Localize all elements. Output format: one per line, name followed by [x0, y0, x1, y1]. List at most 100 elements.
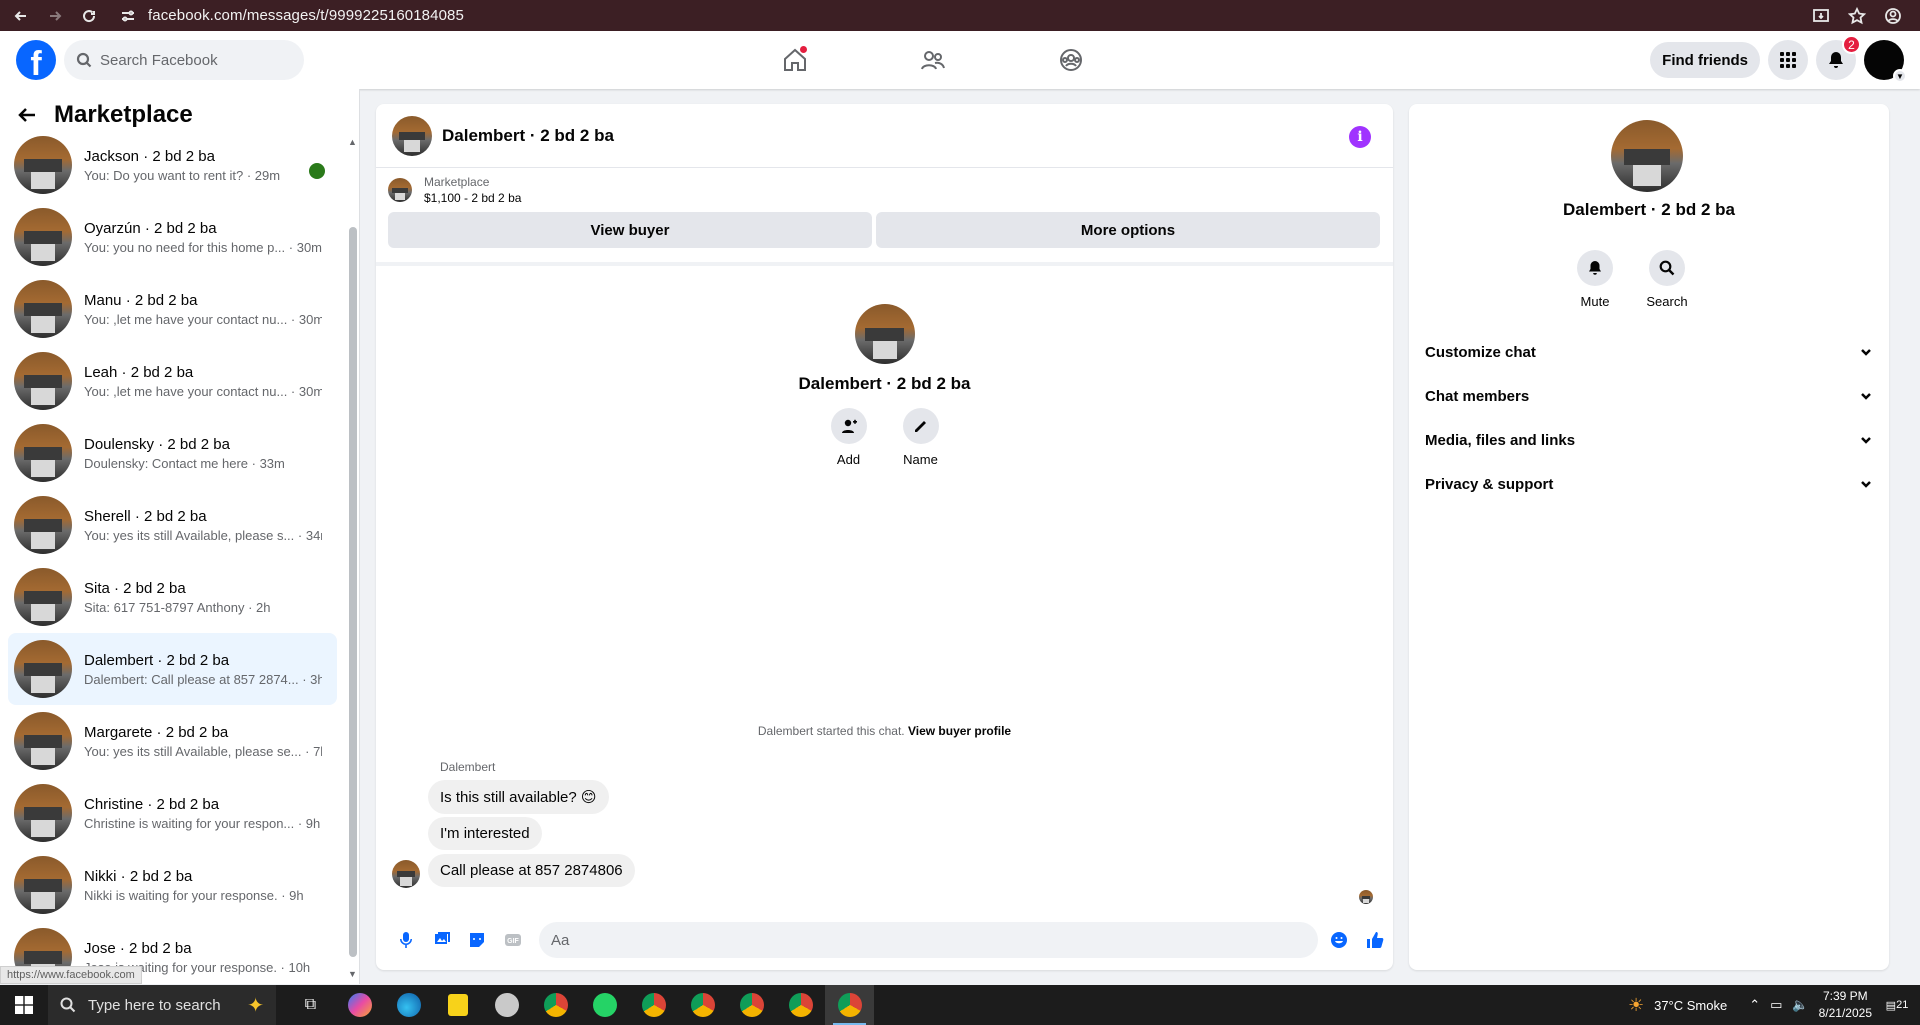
account-avatar[interactable]: ▼ — [1864, 40, 1907, 83]
chrome-icon[interactable] — [825, 985, 874, 1025]
forward-icon[interactable] — [42, 3, 68, 29]
facebook-search-input[interactable] — [100, 51, 290, 69]
whatsapp-icon[interactable] — [580, 985, 629, 1025]
search-in-chat-button[interactable]: Search — [1646, 250, 1688, 309]
chrome-icon[interactable] — [678, 985, 727, 1025]
copilot-icon[interactable] — [335, 985, 384, 1025]
home-tab[interactable] — [775, 40, 815, 80]
scroll-down-arrow[interactable]: ▼ — [348, 969, 357, 979]
sender-name: Dalembert — [440, 760, 496, 774]
conversation-item[interactable]: Sherell · 2 bd 2 ba You: yes its still Av… — [8, 489, 337, 561]
chevron-up-icon[interactable]: ⌃ — [1749, 997, 1760, 1013]
taskbar-search[interactable]: Type here to search ✦ — [48, 985, 276, 1025]
conversation-item[interactable]: Leah · 2 bd 2 ba You: ,let me have your c… — [8, 345, 337, 417]
message-bubble[interactable]: Call please at 857 2874806 — [428, 854, 635, 887]
privacy-support-section[interactable]: Privacy & support — [1425, 462, 1873, 506]
media-files-links-section[interactable]: Media, files and links — [1425, 418, 1873, 462]
customize-chat-section[interactable]: Customize chat — [1425, 330, 1873, 374]
mute-label: Mute — [1580, 294, 1610, 309]
gif-icon[interactable]: GIF — [495, 922, 531, 958]
edge-icon[interactable] — [384, 985, 433, 1025]
conversation-item[interactable]: Margarete · 2 bd 2 ba You: yes its still … — [8, 705, 337, 777]
section-label: Media, files and links — [1425, 431, 1576, 449]
emoji-icon[interactable] — [1322, 922, 1358, 958]
paint-icon[interactable] — [482, 985, 531, 1025]
find-friends-button[interactable]: Find friends — [1650, 42, 1760, 78]
conversation-name: Dalembert · 2 bd 2 ba — [84, 651, 230, 669]
notification-center-icon[interactable]: ▤ 21 — [1882, 999, 1912, 1012]
like-thumbs-up-icon[interactable] — [1357, 922, 1393, 958]
chat-members-section[interactable]: Chat members — [1425, 374, 1873, 418]
mute-button[interactable]: Mute — [1577, 250, 1613, 309]
seen-indicator-avatar — [1359, 890, 1373, 904]
site-settings-icon[interactable] — [116, 4, 140, 28]
notifications-button[interactable]: 2 — [1816, 35, 1861, 80]
chevron-down-icon — [1861, 481, 1871, 488]
message-input-box[interactable] — [539, 922, 1318, 958]
photo-icon[interactable] — [424, 922, 460, 958]
windows-start-icon[interactable] — [0, 985, 48, 1025]
more-options-button[interactable]: More options — [876, 212, 1380, 248]
reload-icon[interactable] — [76, 3, 102, 29]
conversation-item[interactable]: Sita · 2 bd 2 ba Sita: 617 751-8797 Antho… — [8, 561, 337, 633]
sender-avatar[interactable] — [392, 860, 420, 888]
microphone-icon[interactable] — [388, 922, 424, 958]
conversation-item[interactable]: Doulensky · 2 bd 2 ba Doulensky: Contact … — [8, 417, 337, 489]
browser-profile-icon[interactable] — [1884, 7, 1902, 25]
weather-text[interactable]: 37°C Smoke — [1654, 998, 1727, 1013]
conversation-avatar — [14, 208, 72, 266]
message-composer: GIF — [376, 916, 1393, 964]
conversation-name: Manu · 2 bd 2 ba — [84, 291, 198, 309]
chrome-icon[interactable] — [727, 985, 776, 1025]
bookmark-star-icon[interactable] — [1848, 6, 1866, 25]
chat-title[interactable]: Dalembert · 2 bd 2 ba — [442, 126, 614, 146]
task-view-icon[interactable]: ⧉ — [286, 985, 335, 1025]
listing-thumbnail — [388, 178, 412, 202]
volume-icon[interactable]: 🔈 — [1792, 997, 1808, 1013]
conversation-name: Sita · 2 bd 2 ba — [84, 579, 186, 597]
chrome-icon[interactable] — [776, 985, 825, 1025]
back-icon[interactable] — [8, 3, 34, 29]
message-bubble[interactable]: I'm interested — [428, 817, 542, 850]
conversation-name: Jackson · 2 bd 2 ba — [84, 147, 215, 165]
conversation-item[interactable]: Christine · 2 bd 2 ba Christine is waitin… — [8, 777, 337, 849]
message-input[interactable] — [551, 931, 1291, 949]
chevron-down-icon — [1861, 349, 1871, 356]
groups-tab[interactable] — [1051, 40, 1091, 80]
info-icon[interactable]: i — [1349, 126, 1371, 148]
network-icon[interactable]: ▭ — [1770, 997, 1782, 1013]
scrollbar-thumb[interactable] — [349, 227, 357, 957]
section-label: Privacy & support — [1425, 475, 1554, 493]
view-buyer-profile-link[interactable]: View buyer profile — [908, 724, 1011, 738]
facebook-logo[interactable]: f — [16, 40, 56, 83]
chat-avatar[interactable] — [392, 115, 432, 156]
address-bar-url[interactable]: facebook.com/messages/t/9999225160184085 — [148, 7, 464, 24]
facebook-search[interactable] — [64, 40, 304, 80]
view-buyer-button[interactable]: View buyer — [388, 212, 872, 248]
install-app-icon[interactable] — [1812, 7, 1830, 25]
marketplace-listing[interactable]: Marketplace $1,100 - 2 bd 2 ba — [376, 168, 1393, 212]
browser-toolbar: facebook.com/messages/t/9999225160184085 — [0, 0, 1920, 31]
conversation-item[interactable]: Manu · 2 bd 2 ba You: ,let me have your c… — [8, 273, 337, 345]
chrome-icon[interactable] — [629, 985, 678, 1025]
conversation-item[interactable]: Oyarzún · 2 bd 2 ba You: you no need for … — [8, 201, 337, 273]
weather-icon[interactable]: ☀ — [1628, 995, 1644, 1016]
edit-name-button[interactable]: Name — [902, 408, 940, 467]
menu-button[interactable] — [1768, 40, 1808, 80]
conversation-item[interactable]: Jackson · 2 bd 2 ba You: Do you want to r… — [8, 129, 337, 201]
friends-tab[interactable] — [913, 40, 953, 80]
chrome-icon[interactable] — [531, 985, 580, 1025]
conversation-avatar — [14, 568, 72, 626]
back-arrow-icon[interactable] — [16, 104, 38, 126]
add-people-button[interactable]: Add — [830, 408, 868, 467]
clock[interactable]: 7:39 PM 8/21/2025 — [1819, 988, 1872, 1022]
conversation-item[interactable]: Nikki · 2 bd 2 ba Nikki is waiting for yo… — [8, 849, 337, 921]
message-bubble[interactable]: Is this still available? 😊 — [428, 780, 609, 814]
sticker-icon[interactable] — [460, 922, 496, 958]
conversation-item[interactable]: Dalembert · 2 bd 2 ba Dalembert: Call ple… — [8, 633, 337, 705]
intro-avatar[interactable] — [854, 304, 915, 364]
sticky-notes-icon[interactable] — [433, 985, 482, 1025]
details-avatar[interactable] — [1611, 120, 1683, 192]
scroll-up-arrow[interactable]: ▲ — [348, 137, 357, 147]
name-label: Name — [903, 452, 938, 467]
